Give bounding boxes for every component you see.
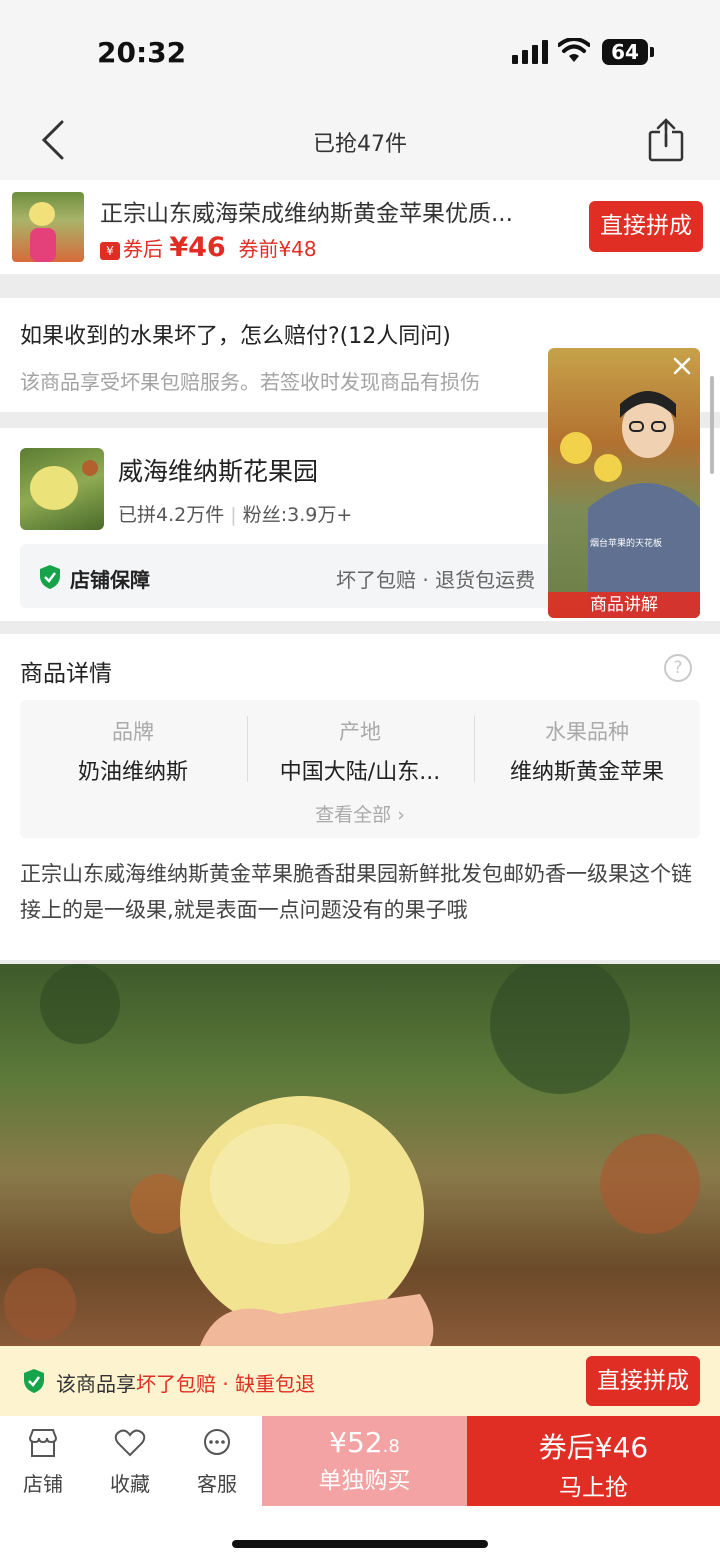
buy-now-button[interactable]: 券后¥46 马上抢 bbox=[467, 1416, 720, 1506]
wifi-icon bbox=[558, 38, 590, 62]
tab-label: 收藏 bbox=[110, 1472, 150, 1496]
share-icon[interactable] bbox=[646, 118, 686, 162]
buy-now-price: 券后¥46 bbox=[538, 1431, 649, 1464]
attribute-key: 品牌 bbox=[112, 720, 154, 744]
buy-alone-price-row: ¥52.8 bbox=[262, 1426, 467, 1459]
coupon-icon: ¥ bbox=[100, 242, 120, 260]
apple-image bbox=[29, 202, 56, 262]
tab-favorite[interactable]: 收藏 bbox=[95, 1428, 165, 1497]
attribute-variety: 水果品种 维纳斯黄金苹果 bbox=[474, 716, 700, 786]
product-title: 正宗山东威海荣成维纳斯黄金苹果优质... bbox=[100, 201, 513, 227]
qa-answer: 该商品享受坏果包赔服务。若签收时发现商品有损伤 bbox=[20, 370, 480, 394]
video-label[interactable]: 商品讲解 bbox=[548, 592, 700, 618]
shop-fans: 粉丝:3.9万+ bbox=[242, 504, 353, 526]
battery-icon: 64 bbox=[602, 39, 648, 65]
video-frame: 烟台苹果的天花板 bbox=[560, 391, 700, 618]
apple-photo bbox=[4, 964, 700, 1346]
attribute-value: 中国大陆/山东... bbox=[279, 760, 441, 785]
heart-icon bbox=[114, 1429, 146, 1457]
tab-label: 客服 bbox=[197, 1472, 237, 1496]
battery-cap bbox=[650, 47, 654, 57]
store-icon bbox=[28, 1429, 58, 1457]
before-coupon-price: 券前¥48 bbox=[238, 237, 317, 261]
help-icon[interactable]: ? bbox=[664, 654, 692, 682]
after-coupon-price: ¥46 bbox=[169, 232, 226, 263]
shop-name[interactable]: 威海维纳斯花果园 bbox=[118, 452, 318, 488]
guarantee-label: 店铺保障 bbox=[70, 568, 150, 592]
home-indicator[interactable] bbox=[232, 1540, 488, 1548]
attribute-brand: 品牌 奶油维纳斯 bbox=[20, 716, 246, 786]
view-all-link[interactable]: 查看全部 › bbox=[0, 800, 720, 827]
apple-image bbox=[30, 460, 98, 510]
close-icon[interactable] bbox=[670, 354, 694, 378]
product-thumbnail[interactable] bbox=[12, 192, 84, 262]
attribute-key: 水果品种 bbox=[545, 720, 629, 744]
chevron-right-icon: › bbox=[397, 804, 405, 826]
notice-highlight: 坏了包赔 · 缺重包退 bbox=[136, 1372, 316, 1396]
buy-alone-button[interactable]: ¥52.8 单独购买 bbox=[262, 1416, 467, 1506]
notice-prefix: 该商品享 bbox=[56, 1372, 136, 1396]
scrollbar[interactable] bbox=[710, 376, 714, 474]
tab-label: 店铺 bbox=[23, 1472, 63, 1496]
product-description: 正宗山东威海维纳斯黄金苹果脆香甜果园新鲜批发包邮奶香一级果这个链接上的是一级果,… bbox=[20, 862, 692, 922]
video-caption: 烟台苹果的天花板 bbox=[590, 537, 662, 549]
product-photo[interactable] bbox=[0, 964, 720, 1346]
qa-question: 如果收到的水果坏了，怎么赔付?(12人同问) bbox=[20, 324, 451, 349]
shop-sold: 已拼4.2万件 bbox=[118, 504, 225, 526]
shop-stats: 已拼4.2万件 | 粉丝:3.9万+ bbox=[118, 504, 353, 526]
attribute-origin: 产地 中国大陆/山东... bbox=[247, 716, 473, 786]
attribute-value: 奶油维纳斯 bbox=[77, 760, 188, 785]
buy-now-label: 马上抢 bbox=[559, 1475, 628, 1501]
detail-title: 商品详情 bbox=[20, 661, 112, 687]
attribute-key: 产地 bbox=[339, 720, 381, 744]
direct-group-button[interactable]: 直接拼成 bbox=[586, 1356, 700, 1406]
buy-alone-label: 单独购买 bbox=[318, 1468, 411, 1494]
coupon-price-row: ¥ 券后 ¥46 券前¥48 bbox=[100, 232, 317, 263]
tab-service[interactable]: 客服 bbox=[182, 1428, 252, 1497]
guarantee-items: 坏了包赔 · 退货包运费 bbox=[336, 568, 536, 592]
buy-alone-cents: .8 bbox=[382, 1436, 400, 1457]
buy-alone-price: ¥52 bbox=[329, 1426, 383, 1459]
shield-check-icon bbox=[24, 1369, 44, 1393]
product-video-pip[interactable]: 烟台苹果的天花板 bbox=[548, 348, 700, 618]
attribute-value: 维纳斯黄金苹果 bbox=[509, 760, 664, 785]
view-all-label: 查看全部 bbox=[315, 804, 392, 826]
status-time: 20:32 bbox=[97, 36, 187, 69]
tab-store[interactable]: 店铺 bbox=[8, 1428, 78, 1497]
signal-icon bbox=[512, 40, 550, 64]
shield-check-icon bbox=[40, 565, 60, 589]
chat-icon bbox=[204, 1429, 230, 1455]
shop-avatar[interactable] bbox=[20, 448, 104, 530]
notice-text: 该商品享坏了包赔 · 缺重包退 bbox=[56, 1368, 315, 1397]
direct-group-button[interactable]: 直接拼成 bbox=[589, 201, 703, 252]
page-title: 已抢47件 bbox=[313, 132, 407, 157]
after-coupon-label: 券后 bbox=[123, 237, 163, 261]
